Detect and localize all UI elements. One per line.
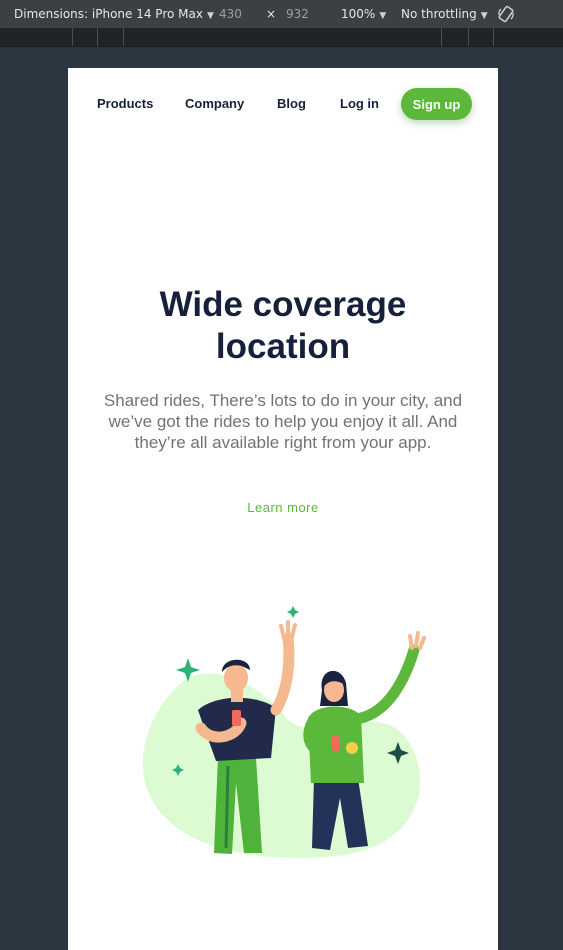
zoom-value: 100% — [341, 7, 376, 21]
nav-products[interactable]: Products — [97, 96, 153, 111]
height-input[interactable]: 932 — [286, 7, 309, 21]
rotate-icon[interactable] — [497, 5, 515, 23]
nav-blog[interactable]: Blog — [277, 96, 306, 111]
media-query-ruler[interactable] — [0, 28, 563, 47]
hero-description: Shared rides, There’s lots to do in your… — [103, 391, 463, 452]
chevron-down-icon: ▼ — [206, 11, 214, 21]
throttling-value: No throttling — [401, 7, 477, 21]
learn-more-link[interactable]: Learn more — [68, 500, 498, 515]
dimension-separator: × — [266, 7, 277, 21]
chevron-down-icon: ▼ — [480, 11, 488, 21]
nav-company[interactable]: Company — [185, 96, 244, 111]
device-select-label: Dimensions: iPhone 14 Pro Max — [14, 7, 203, 21]
width-input[interactable]: 430 — [219, 7, 242, 21]
devtools-toolbar: Dimensions: iPhone 14 Pro Max ▼ 430 × 932… — [0, 0, 563, 28]
hero-title: Wide coverage location — [68, 284, 498, 368]
hero-title-line2: location — [215, 327, 351, 366]
nav-login[interactable]: Log in — [340, 96, 379, 111]
throttling-select[interactable]: No throttling ▼ — [401, 7, 488, 21]
riders-illustration — [142, 606, 426, 858]
chevron-down-icon: ▼ — [379, 11, 387, 21]
top-nav: Products Company Blog Log in Sign up — [68, 88, 498, 120]
hero-title-line1: Wide coverage — [159, 285, 407, 324]
device-viewport: Products Company Blog Log in Sign up Wid… — [68, 68, 498, 950]
device-select[interactable]: Dimensions: iPhone 14 Pro Max ▼ — [14, 7, 214, 21]
signup-button[interactable]: Sign up — [401, 88, 472, 120]
zoom-select[interactable]: 100% ▼ — [341, 7, 386, 21]
